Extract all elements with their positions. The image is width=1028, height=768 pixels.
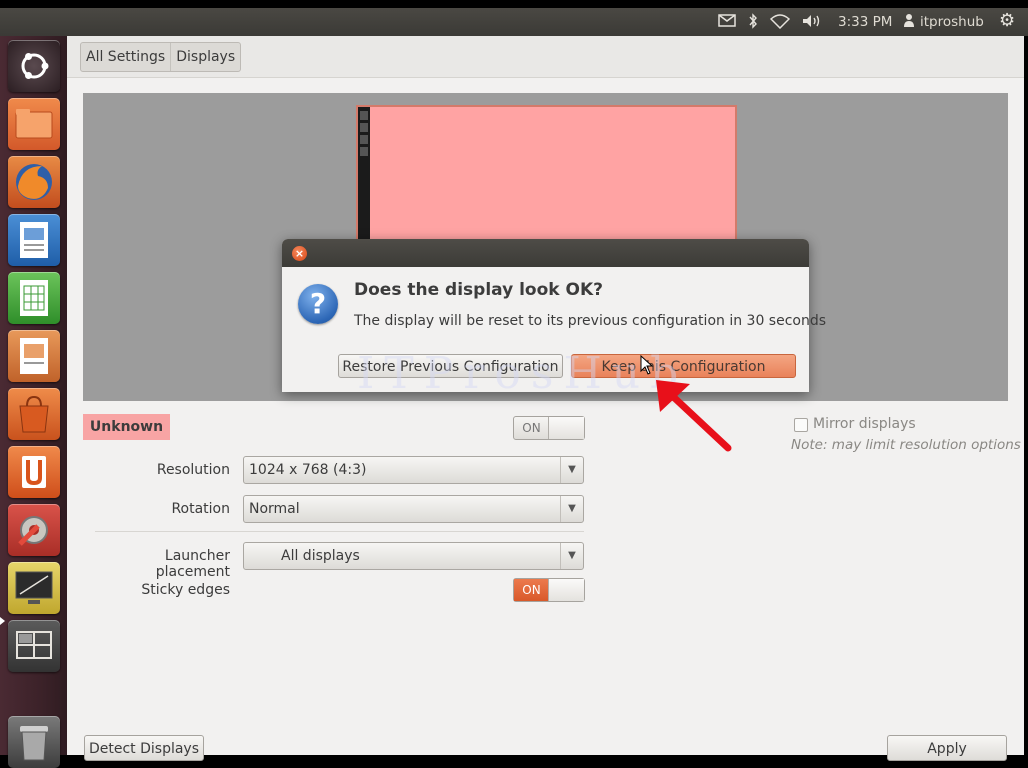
rotation-select[interactable]: Normal ▼ xyxy=(243,495,584,523)
dialog-heading: Does the display look OK? xyxy=(354,280,603,300)
system-settings-icon[interactable] xyxy=(8,504,60,556)
breadcrumb: All Settings Displays xyxy=(80,42,242,72)
screen: 3:33 PM itproshub ⚙ All Settings Display… xyxy=(0,0,1028,768)
resolution-select[interactable]: 1024 x 768 (4:3) ▼ xyxy=(243,456,584,484)
launcher-placement-value: All displays xyxy=(281,548,360,564)
launcher xyxy=(0,36,67,768)
dialog-titlebar: × xyxy=(282,239,809,267)
chevron-down-icon: ▼ xyxy=(560,543,583,569)
wifi-icon[interactable] xyxy=(769,13,791,31)
display-name-label: Unknown xyxy=(83,414,170,440)
libreoffice-writer-icon[interactable] xyxy=(8,214,60,266)
libreoffice-calc-icon[interactable] xyxy=(8,272,60,324)
resolution-label: Resolution xyxy=(156,462,230,478)
sticky-edges-label: Sticky edges xyxy=(141,582,230,598)
files-icon[interactable] xyxy=(8,98,60,150)
rotation-value: Normal xyxy=(249,501,300,517)
user-icon xyxy=(903,13,915,31)
top-panel: 3:33 PM itproshub ⚙ xyxy=(0,8,1028,36)
mirror-displays-checkbox[interactable] xyxy=(794,418,808,432)
workspace-switcher-icon[interactable] xyxy=(8,620,60,672)
sticky-edges-toggle[interactable]: ON xyxy=(513,578,585,602)
red-arrow-annotation-icon xyxy=(648,372,732,456)
breadcrumb-all-settings[interactable]: All Settings xyxy=(81,43,170,71)
toggle-state-label: ON xyxy=(522,421,541,435)
launcher-placement-select[interactable]: All displays ▼ xyxy=(243,542,584,570)
ubuntu-dash-icon[interactable] xyxy=(8,40,60,92)
window-toolbar: All Settings Displays xyxy=(67,36,1024,78)
breadcrumb-displays[interactable]: Displays xyxy=(170,43,240,71)
toggle-knob xyxy=(548,417,584,439)
launcher-placement-label: Launcher placement xyxy=(155,548,230,580)
trash-icon[interactable] xyxy=(8,716,60,768)
monitor-preview[interactable] xyxy=(356,105,737,249)
monitor-launcher-strip xyxy=(358,107,370,247)
mail-icon[interactable] xyxy=(718,13,736,31)
active-indicator-icon xyxy=(0,617,5,625)
toggle-state-label: ON xyxy=(514,579,549,601)
resolution-value: 1024 x 768 (4:3) xyxy=(249,462,367,478)
separator xyxy=(95,531,584,532)
watermark: ITProsHub xyxy=(357,348,689,399)
mirror-displays-note: Note: may limit resolution options xyxy=(791,437,1021,453)
firefox-icon[interactable] xyxy=(8,156,60,208)
apply-button[interactable]: Apply xyxy=(887,735,1007,761)
toggle-knob xyxy=(548,579,584,601)
chevron-down-icon: ▼ xyxy=(560,457,583,483)
user-name[interactable]: itproshub xyxy=(920,13,984,31)
question-icon: ? xyxy=(298,284,338,324)
close-icon[interactable]: × xyxy=(292,246,307,261)
display-power-toggle[interactable]: ON xyxy=(513,416,585,440)
displays-icon[interactable] xyxy=(8,562,60,614)
software-center-icon[interactable] xyxy=(8,388,60,440)
chevron-down-icon: ▼ xyxy=(560,496,583,522)
ubuntu-one-icon[interactable] xyxy=(8,446,60,498)
clock[interactable]: 3:33 PM xyxy=(838,13,892,31)
mirror-displays-label[interactable]: Mirror displays xyxy=(813,416,916,432)
dialog-message: The display will be reset to its previou… xyxy=(354,313,827,329)
detect-displays-button[interactable]: Detect Displays xyxy=(84,735,204,761)
rotation-label: Rotation xyxy=(171,501,230,517)
bluetooth-icon[interactable] xyxy=(748,13,758,31)
libreoffice-impress-icon[interactable] xyxy=(8,330,60,382)
volume-icon[interactable] xyxy=(801,13,823,31)
gear-icon[interactable]: ⚙ xyxy=(999,12,1015,30)
